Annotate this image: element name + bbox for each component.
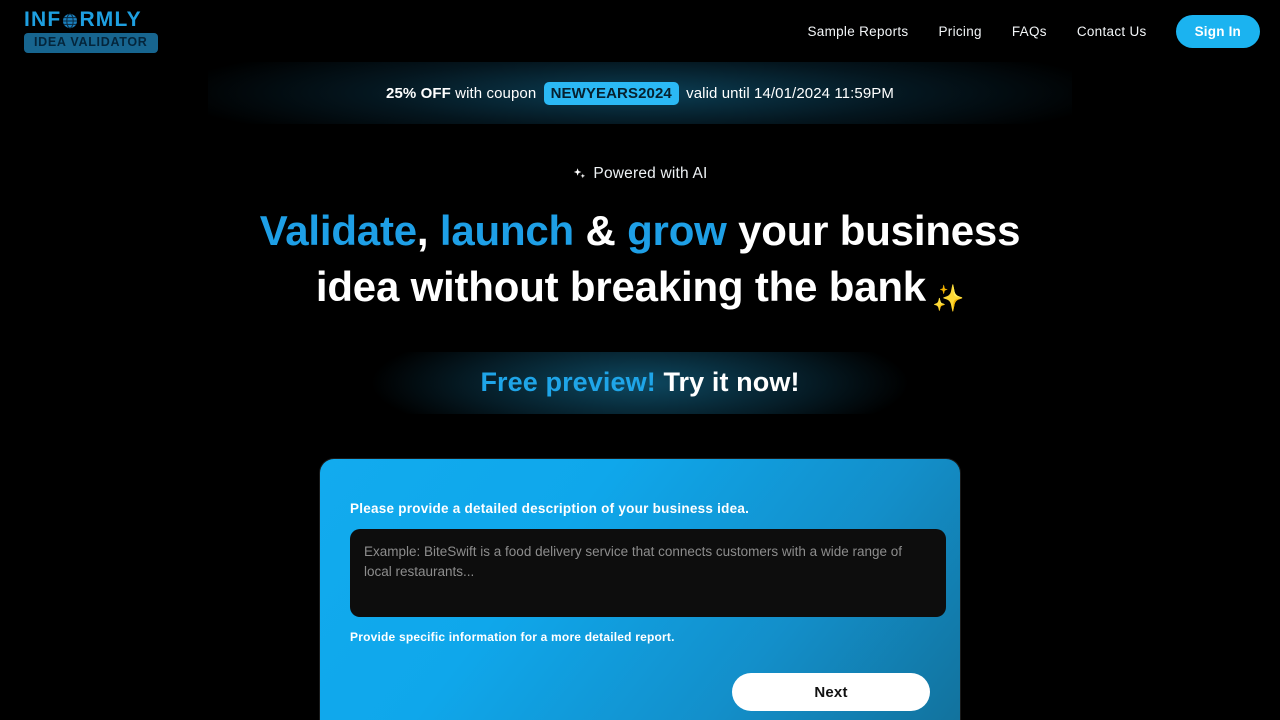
free-preview-band: Free preview! Try it now! xyxy=(0,346,1280,418)
hero-headline: Validate, launch & grow your business id… xyxy=(0,203,1280,316)
nav-link-contact-us[interactable]: Contact Us xyxy=(1062,16,1162,47)
hero-section: Powered with AI Validate, launch & grow … xyxy=(0,124,1280,418)
sparkle-icon xyxy=(572,167,587,182)
free-preview-text: Free preview! Try it now! xyxy=(480,367,799,398)
hero-headline-line2: idea without breaking the bank ✨ xyxy=(0,259,1280,316)
idea-form-actions: Next xyxy=(350,673,930,711)
brand-logo[interactable]: INF RMLY IDEA VALIDATOR xyxy=(24,9,158,53)
nav-link-sample-reports[interactable]: Sample Reports xyxy=(792,16,923,47)
landing-page: INF RMLY IDEA VALIDATOR Sample Reports P… xyxy=(0,0,1280,720)
powered-with-ai-label: Powered with AI xyxy=(593,165,708,182)
promo-valid-until: valid until 14/01/2024 11:59PM xyxy=(681,84,894,102)
powered-with-ai: Powered with AI xyxy=(0,165,1280,183)
free-preview-accent: Free preview! xyxy=(480,366,656,397)
brand-name-part2: RMLY xyxy=(79,8,142,32)
business-idea-textarea[interactable] xyxy=(350,529,946,617)
promo-discount: 25% OFF xyxy=(386,84,451,102)
nav-link-faqs[interactable]: FAQs xyxy=(997,16,1062,47)
next-button[interactable]: Next xyxy=(732,673,930,711)
hero-ampersand: & xyxy=(574,207,628,254)
nav-link-pricing[interactable]: Pricing xyxy=(923,16,996,47)
hero-comma: , xyxy=(416,207,440,254)
free-preview-rest: Try it now! xyxy=(655,366,800,397)
hero-word-grow: grow xyxy=(627,207,727,254)
brand-wordmark: INF RMLY xyxy=(24,9,142,30)
idea-form-label: Please provide a detailed description of… xyxy=(350,501,750,516)
main-navigation: Sample Reports Pricing FAQs Contact Us S… xyxy=(792,14,1260,48)
brand-badge: IDEA VALIDATOR xyxy=(24,33,158,53)
hero-word-validate: Validate xyxy=(259,207,417,254)
promo-banner-text: 25% OFF with coupon NEWYEARS2024 valid u… xyxy=(386,81,894,105)
hero-headline-line2-text: idea without breaking the bank xyxy=(315,263,926,311)
hero-headline-line1: Validate, launch & grow your business xyxy=(0,203,1280,259)
hero-headline-tail: your business xyxy=(726,207,1021,254)
sparkles-emoji: ✨ xyxy=(931,283,965,314)
promo-banner: 25% OFF with coupon NEWYEARS2024 valid u… xyxy=(0,62,1280,124)
sign-in-button[interactable]: Sign In xyxy=(1175,14,1260,48)
idea-form-card: Please provide a detailed description of… xyxy=(320,459,960,720)
hero-word-launch: launch xyxy=(439,207,575,254)
site-header: INF RMLY IDEA VALIDATOR Sample Reports P… xyxy=(0,0,1280,62)
brand-name-part1: INF xyxy=(24,8,62,32)
promo-coupon-code[interactable]: NEWYEARS2024 xyxy=(543,81,679,105)
promo-with-coupon: with coupon xyxy=(450,84,541,102)
globe-icon xyxy=(62,12,78,29)
idea-form-hint: Provide specific information for a more … xyxy=(350,630,675,644)
